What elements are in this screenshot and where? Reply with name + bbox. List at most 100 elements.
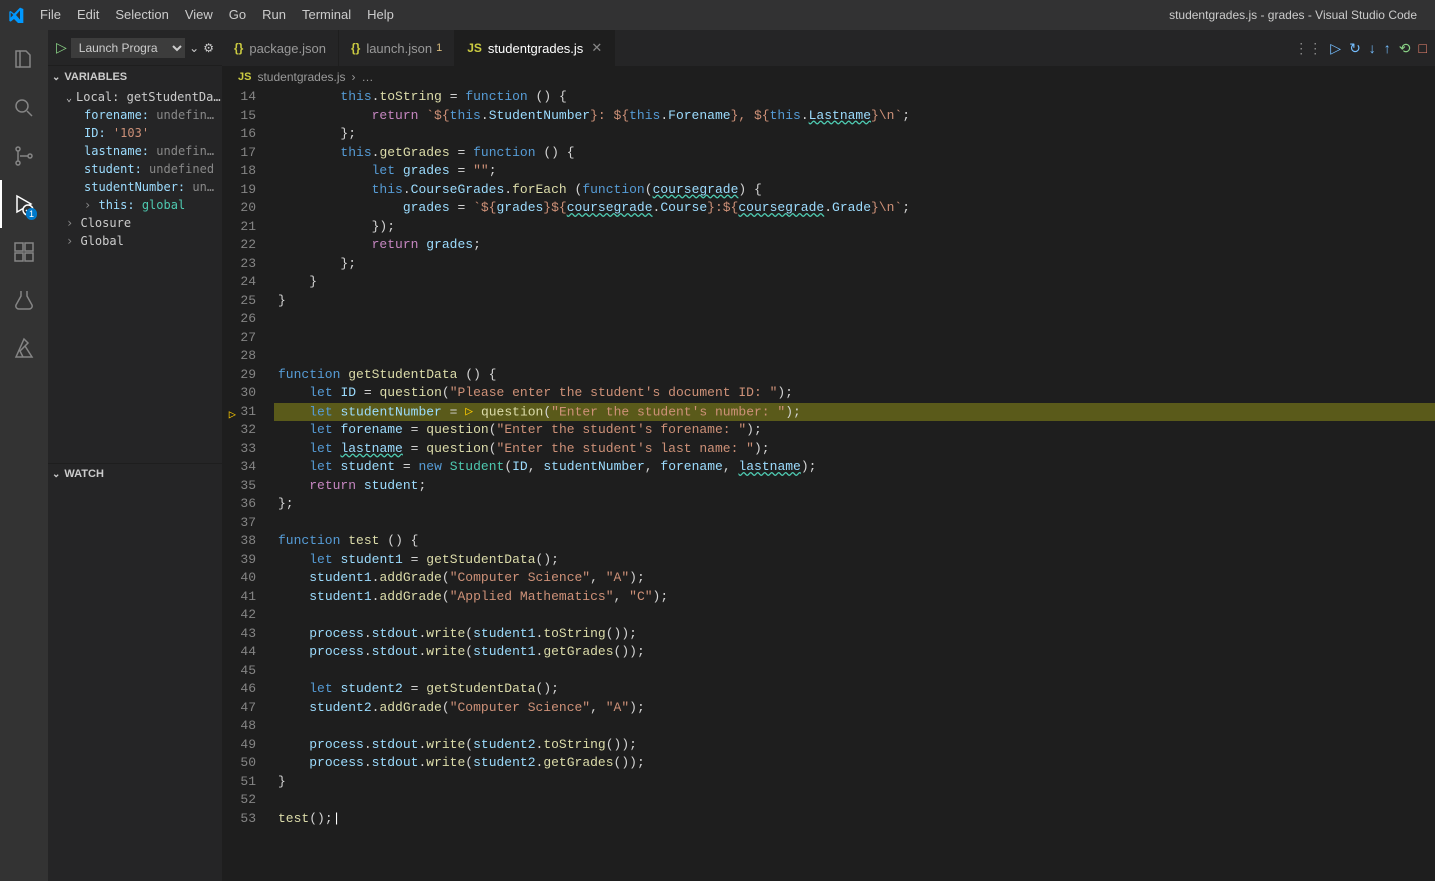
code-line[interactable]	[274, 791, 1435, 810]
line-number[interactable]: 17	[222, 144, 256, 163]
code-line[interactable]: student2.addGrade("Computer Science", "A…	[274, 699, 1435, 718]
line-number[interactable]: 51	[222, 773, 256, 792]
code-line[interactable]: function getStudentData () {	[274, 366, 1435, 385]
code-line[interactable]: function test () {	[274, 532, 1435, 551]
code-line[interactable]: }	[274, 773, 1435, 792]
code-line[interactable]: let grades = "";	[274, 162, 1435, 181]
code-line[interactable]	[274, 717, 1435, 736]
line-number[interactable]: 49	[222, 736, 256, 755]
code-line[interactable]: let student2 = getStudentData();	[274, 680, 1435, 699]
code-line[interactable]: return student;	[274, 477, 1435, 496]
menu-terminal[interactable]: Terminal	[294, 0, 359, 30]
code-line[interactable]: grades = `${grades}${coursegrade.Course}…	[274, 199, 1435, 218]
line-number[interactable]: 42	[222, 606, 256, 625]
line-number[interactable]: 30	[222, 384, 256, 403]
line-number[interactable]: 37	[222, 514, 256, 533]
code-line[interactable]	[274, 347, 1435, 366]
line-number[interactable]: 50	[222, 754, 256, 773]
line-number[interactable]: 36	[222, 495, 256, 514]
line-number[interactable]: 40	[222, 569, 256, 588]
code-line[interactable]	[274, 514, 1435, 533]
menu-help[interactable]: Help	[359, 0, 402, 30]
line-number[interactable]: 41	[222, 588, 256, 607]
line-number[interactable]: 20	[222, 199, 256, 218]
code-line[interactable]: let studentNumber = ▷ question("Enter th…	[274, 403, 1435, 422]
chevron-down-icon[interactable]: ⌄	[189, 41, 199, 55]
line-number[interactable]: 22	[222, 236, 256, 255]
line-number[interactable]: 25	[222, 292, 256, 311]
code-line[interactable]	[274, 662, 1435, 681]
line-number[interactable]: 28	[222, 347, 256, 366]
line-number[interactable]: 47	[222, 699, 256, 718]
extensions-icon[interactable]	[0, 228, 48, 276]
tab-launch-json[interactable]: {}launch.json1	[339, 30, 455, 66]
line-number[interactable]: 31▷	[222, 403, 256, 422]
variable-row[interactable]: studentNumber: un…	[48, 178, 222, 196]
scope-local[interactable]: ⌄Local: getStudentData	[48, 88, 222, 106]
source-control-icon[interactable]	[0, 132, 48, 180]
code-line[interactable]: process.stdout.write(student1.getGrades(…	[274, 643, 1435, 662]
continue-icon[interactable]: ▷	[1330, 40, 1341, 57]
line-number[interactable]: 27	[222, 329, 256, 348]
line-number[interactable]: 34	[222, 458, 256, 477]
line-number[interactable]: 52	[222, 791, 256, 810]
close-icon[interactable]: ✕	[591, 40, 602, 56]
code-line[interactable]: this.getGrades = function () {	[274, 144, 1435, 163]
code-line[interactable]	[274, 310, 1435, 329]
line-number[interactable]: 26	[222, 310, 256, 329]
variable-row[interactable]: student: undefined	[48, 160, 222, 178]
code-line[interactable]: let lastname = question("Enter the stude…	[274, 440, 1435, 459]
variable-this[interactable]: › this: global	[48, 196, 222, 214]
code-line[interactable]: let ID = question("Please enter the stud…	[274, 384, 1435, 403]
watch-section[interactable]: ⌄WATCH	[48, 463, 222, 485]
line-number[interactable]: 24	[222, 273, 256, 292]
breadcrumb[interactable]: JS studentgrades.js › …	[222, 66, 1435, 88]
line-number[interactable]: 38	[222, 532, 256, 551]
step-out-icon[interactable]: ↑	[1384, 40, 1391, 56]
code-line[interactable]: };	[274, 255, 1435, 274]
code-line[interactable]: process.stdout.write(student2.toString()…	[274, 736, 1435, 755]
line-number[interactable]: 21	[222, 218, 256, 237]
code-line[interactable]: }	[274, 292, 1435, 311]
code-line[interactable]: this.CourseGrades.forEach (function(cour…	[274, 181, 1435, 200]
variable-row[interactable]: lastname: undefin…	[48, 142, 222, 160]
line-number[interactable]: 29	[222, 366, 256, 385]
grip-icon[interactable]: ⋮⋮	[1294, 40, 1322, 57]
files-icon[interactable]	[0, 36, 48, 84]
tab-studentgrades-js[interactable]: JSstudentgrades.js✕	[455, 30, 615, 66]
code-line[interactable]	[274, 329, 1435, 348]
testing-icon[interactable]	[0, 276, 48, 324]
code-line[interactable]: student1.addGrade("Applied Mathematics",…	[274, 588, 1435, 607]
line-number[interactable]: 48	[222, 717, 256, 736]
code-line[interactable]: return `${this.StudentNumber}: ${this.Fo…	[274, 107, 1435, 126]
line-number[interactable]: 33	[222, 440, 256, 459]
menu-run[interactable]: Run	[254, 0, 294, 30]
tab-package-json[interactable]: {}package.json	[222, 30, 339, 66]
menu-go[interactable]: Go	[221, 0, 254, 30]
line-number[interactable]: 39	[222, 551, 256, 570]
code-line[interactable]: process.stdout.write(student2.getGrades(…	[274, 754, 1435, 773]
run-debug-icon[interactable]: 1	[0, 180, 48, 228]
code-line[interactable]: });	[274, 218, 1435, 237]
line-number[interactable]: 44	[222, 643, 256, 662]
variables-section[interactable]: ⌄VARIABLES	[48, 66, 222, 88]
code-editor[interactable]: 141516171819202122232425262728293031▷323…	[222, 88, 1435, 881]
code-line[interactable]: };	[274, 495, 1435, 514]
menu-view[interactable]: View	[177, 0, 221, 30]
search-icon[interactable]	[0, 84, 48, 132]
line-number[interactable]: 14	[222, 88, 256, 107]
variable-row[interactable]: forename: undefin…	[48, 106, 222, 124]
step-over-icon[interactable]: ↻	[1349, 40, 1361, 57]
line-number[interactable]: 32	[222, 421, 256, 440]
menu-file[interactable]: File	[32, 0, 69, 30]
line-number[interactable]: 46	[222, 680, 256, 699]
launch-config-select[interactable]: Launch Progra	[71, 38, 185, 58]
code-line[interactable]: student1.addGrade("Computer Science", "A…	[274, 569, 1435, 588]
line-number[interactable]: 15	[222, 107, 256, 126]
scope-global[interactable]: › Global	[48, 232, 222, 250]
step-into-icon[interactable]: ↓	[1369, 40, 1376, 56]
line-number[interactable]: 16	[222, 125, 256, 144]
line-number[interactable]: 53	[222, 810, 256, 829]
menu-edit[interactable]: Edit	[69, 0, 107, 30]
code-line[interactable]: let student1 = getStudentData();	[274, 551, 1435, 570]
